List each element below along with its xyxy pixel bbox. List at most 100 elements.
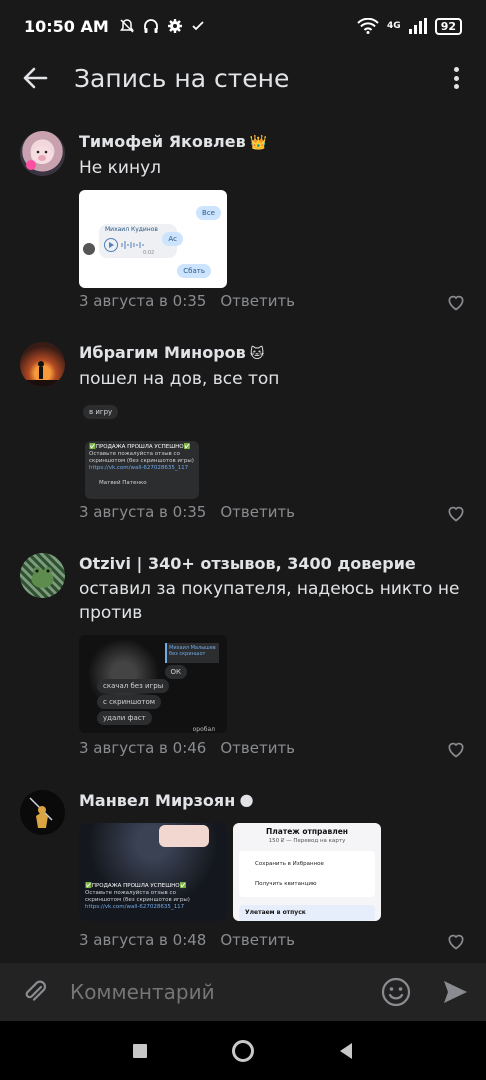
wifi-icon	[357, 18, 379, 34]
receipt-row: Получить квитанцию	[255, 881, 317, 887]
attachments-row: ✅ПРОДАЖА ПРОШЛА УСПЕШНО✅ Оставьте пожалу…	[79, 813, 466, 921]
warrior-avatar-icon	[29, 797, 53, 828]
avatar[interactable]	[20, 553, 65, 598]
attachment-image[interactable]: Платеж отправлен 150 ₽ — Перевод на карт…	[233, 823, 381, 921]
comment-author[interactable]: Тимофей Яковлев 👑	[79, 131, 466, 154]
like-heart-icon[interactable]	[446, 503, 466, 523]
comment-meta: 3 августа в 0:48 Ответить	[79, 931, 295, 949]
forwarded-message-preview: ✅ПРОДАЖА ПРОШЛА УСПЕШНО✅ Оставьте пожалу…	[85, 883, 205, 921]
chat-bubble: Все	[196, 206, 221, 220]
cut-text: оробал	[192, 726, 215, 733]
chat-bubble: удали фаст	[97, 711, 152, 725]
system-nav-bar	[0, 1021, 486, 1080]
comment-body: Ибрагим Миноров 🐱 пошел на дов, все топ в…	[79, 342, 466, 499]
author-name: Тимофей Яковлев	[79, 132, 246, 151]
promo-banner: Улетаем в отпуск	[239, 905, 375, 921]
check-icon	[192, 21, 204, 31]
frog-avatar-icon	[31, 567, 54, 588]
chat-bubble: с скриншотом	[97, 695, 162, 709]
like-heart-icon[interactable]	[446, 739, 466, 759]
home-circle-icon[interactable]	[231, 1039, 255, 1063]
comment-body: Otzivi | 340+ отзывов, 3400 доверие оста…	[79, 553, 466, 733]
arrow-left-icon	[23, 67, 48, 89]
comment-item: Otzivi | 340+ отзывов, 3400 доверие оста…	[0, 553, 486, 768]
more-menu-button[interactable]	[444, 64, 468, 92]
comment-input[interactable]	[70, 980, 368, 1004]
comment-meta: 3 августа в 0:46 Ответить	[79, 739, 295, 757]
reply-button[interactable]: Ответить	[220, 931, 295, 949]
more-dot-icon	[453, 67, 459, 72]
comment-author[interactable]: Манвел Мирзоян 🌑	[79, 790, 466, 813]
comment-item: Ибрагим Миноров 🐱 пошел на дов, все топ в…	[0, 342, 486, 532]
smile-icon	[381, 977, 411, 1007]
sale-line: ✅ПРОДАЖА ПРОШЛА УСПЕШНО✅	[89, 444, 191, 450]
send-button[interactable]	[424, 978, 486, 1006]
like-heart-icon[interactable]	[446, 931, 466, 951]
status-time: 10:50 AM	[24, 16, 109, 36]
attachment-image[interactable]: Все Михаил Кудинов 0:02 Ас Сбать	[79, 190, 227, 288]
voice-sender: Михаил Кудинов	[105, 226, 158, 233]
chat-bubble: ОК	[164, 665, 187, 679]
reply-button[interactable]: Ответить	[220, 503, 295, 521]
signal-icon	[408, 18, 427, 34]
emoji-button[interactable]	[368, 977, 424, 1007]
comment-time: 3 августа в 0:46	[79, 739, 207, 757]
like-heart-icon[interactable]	[446, 292, 466, 312]
promo-label: Улетаем в отпуск	[245, 909, 306, 916]
comment-body: Тимофей Яковлев 👑 Не кинул Все Михаил Куд…	[79, 131, 466, 288]
back-button[interactable]	[0, 52, 70, 104]
attachment-image[interactable]: ✅ПРОДАЖА ПРОШЛА УСПЕШНО✅ Оставьте пожалу…	[79, 823, 227, 921]
attach-button[interactable]	[0, 978, 70, 1006]
author-name: Otzivi | 340+ отзывов, 3400 доверие	[79, 554, 416, 573]
comment-text: пошел на дов, все топ	[79, 369, 280, 389]
battery-indicator: 92	[434, 17, 462, 35]
attachment-image[interactable]: в игру ✅ПРОДАЖА ПРОШЛА УСПЕШНО✅ Оставьте…	[79, 401, 199, 499]
status-icons	[119, 18, 205, 34]
save-favorite-row: Сохранить в Избранное	[255, 861, 324, 867]
reply-button[interactable]: Ответить	[220, 292, 295, 310]
avatar[interactable]	[20, 790, 65, 835]
avatar[interactable]	[20, 342, 65, 387]
app-bar: Запись на стене	[0, 52, 486, 104]
reply-button[interactable]: Ответить	[220, 739, 295, 757]
payment-subtitle: 150 ₽ — Перевод на карту	[268, 838, 346, 844]
forwarded-message-preview: ✅ПРОДАЖА ПРОШЛА УСПЕШНО✅ Оставьте пожалу…	[85, 441, 199, 499]
comment-text: Не кинул	[79, 158, 162, 178]
comment-meta: 3 августа в 0:35 Ответить	[79, 503, 295, 521]
receipt-label: Получить квитанцию	[255, 881, 317, 887]
comment-time: 3 августа в 0:35	[79, 503, 207, 521]
author-name: Ибрагим Миноров	[79, 343, 246, 362]
network-type-label: 4G	[387, 21, 401, 31]
send-arrow-icon	[444, 981, 467, 1003]
comment-author[interactable]: Otzivi | 340+ отзывов, 3400 доверие	[79, 553, 466, 575]
comment-item: Манвел Мирзоян 🌑 ✅ПРОДАЖА ПРОШЛА УСПЕШНО✅…	[0, 790, 486, 960]
recents-square-icon[interactable]	[132, 1043, 148, 1059]
comment-text: оставил за покупателя, надеюсь никто не …	[79, 579, 460, 623]
comment-meta: 3 августа в 0:35 Ответить	[79, 292, 295, 310]
attachment-image[interactable]: Михаил Малышев без скриншот ОК скачал бе…	[79, 635, 227, 733]
mute-bell-icon	[119, 19, 134, 33]
sale-line: ✅ПРОДАЖА ПРОШЛА УСПЕШНО✅	[85, 883, 187, 889]
comment-author[interactable]: Ибрагим Миноров 🐱	[79, 342, 466, 365]
play-icon	[104, 238, 118, 252]
chat-bubble: в игру	[83, 405, 119, 419]
comment-time: 3 августа в 0:48	[79, 931, 207, 949]
comment-item: Тимофей Яковлев 👑 Не кинул Все Михаил Куд…	[0, 131, 486, 321]
more-dot-icon	[453, 84, 459, 89]
back-triangle-icon[interactable]	[338, 1042, 354, 1060]
voice-duration: 0:02	[143, 250, 155, 256]
payment-actions: Сохранить в Избранное Получить квитанцию	[239, 851, 375, 897]
status-bar: 10:50 AM 4G 92	[0, 0, 486, 52]
save-favorite-label: Сохранить в Избранное	[255, 861, 324, 867]
forward-author: Матвей Патенко	[99, 480, 147, 486]
mini-avatar	[83, 243, 95, 255]
comment-body: Манвел Мирзоян 🌑 ✅ПРОДАЖА ПРОШЛА УСПЕШНО✅…	[79, 790, 466, 921]
author-name: Манвел Мирзоян	[79, 791, 236, 810]
comment-time: 3 августа в 0:35	[79, 292, 207, 310]
avatar[interactable]	[20, 131, 65, 176]
pig-avatar-icon	[26, 146, 53, 170]
sticker-preview	[159, 825, 209, 847]
more-dot-icon	[453, 75, 459, 81]
link-line: https://vk.com/wall-627028635_117	[85, 904, 185, 910]
chat-reply-preview: Михаил Малышев без скриншот	[165, 643, 219, 663]
